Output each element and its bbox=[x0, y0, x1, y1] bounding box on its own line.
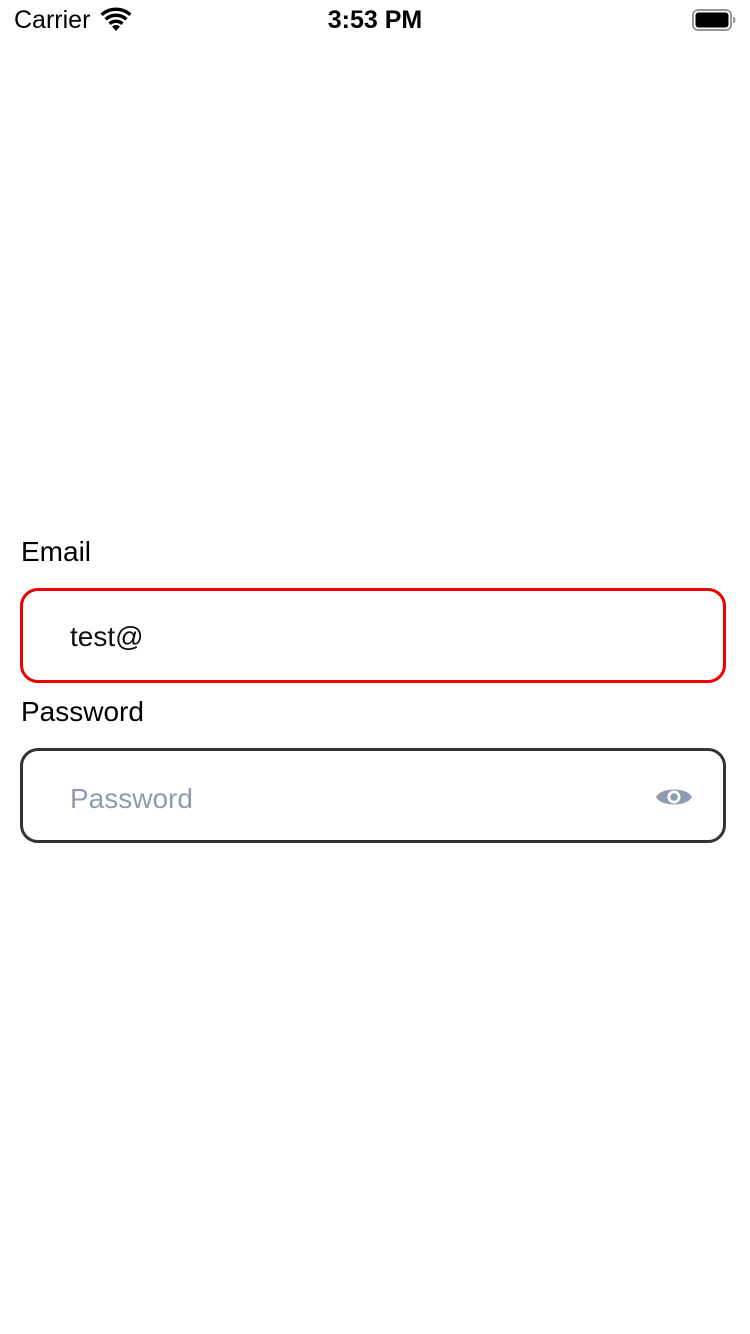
eye-icon[interactable] bbox=[655, 784, 693, 810]
login-screen: Carrier 3:53 PM Email test@ Password Pas… bbox=[0, 0, 750, 1334]
clock: 3:53 PM bbox=[327, 6, 423, 34]
password-label: Password bbox=[21, 696, 144, 727]
password-placeholder[interactable]: Password bbox=[70, 783, 193, 815]
email-field[interactable]: test@ bbox=[20, 588, 726, 683]
status-bar: Carrier 3:53 PM bbox=[0, 0, 750, 40]
password-field[interactable]: Password bbox=[20, 748, 726, 843]
battery-full-icon bbox=[692, 9, 736, 31]
email-label: Email bbox=[21, 536, 92, 567]
email-input-value[interactable]: test@ bbox=[70, 621, 144, 653]
